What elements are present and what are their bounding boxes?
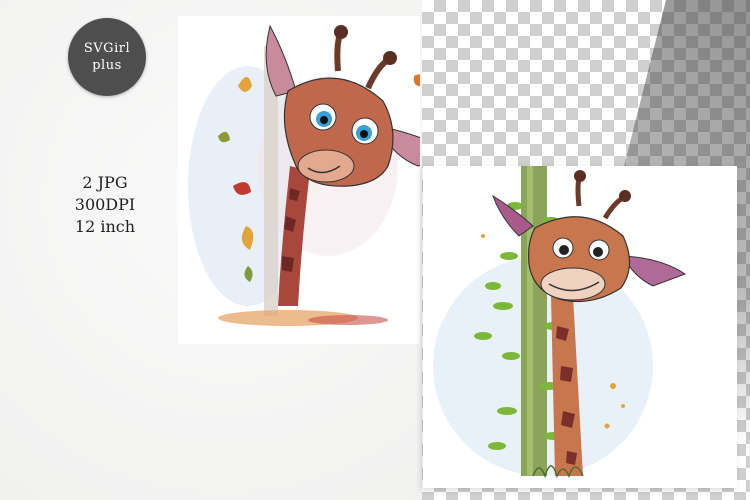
giraffe-vines-illustration [433, 166, 687, 479]
product-specs: 2 JPG 300DPI 12 inch [50, 172, 160, 238]
giraffe-autumn-illustration [188, 24, 420, 326]
brand-logo-line2: plus [92, 58, 122, 73]
spec-file-count: 2 JPG [82, 173, 128, 192]
spec-resolution: 300DPI [74, 195, 136, 214]
preview-image-giraffe-vines [423, 166, 737, 488]
brand-logo-line1: SVGirl [83, 41, 131, 56]
spec-size: 12 inch [74, 217, 136, 236]
brand-logo-badge: SVGirl plus [68, 18, 146, 96]
preview-image-giraffe-autumn [178, 16, 420, 344]
